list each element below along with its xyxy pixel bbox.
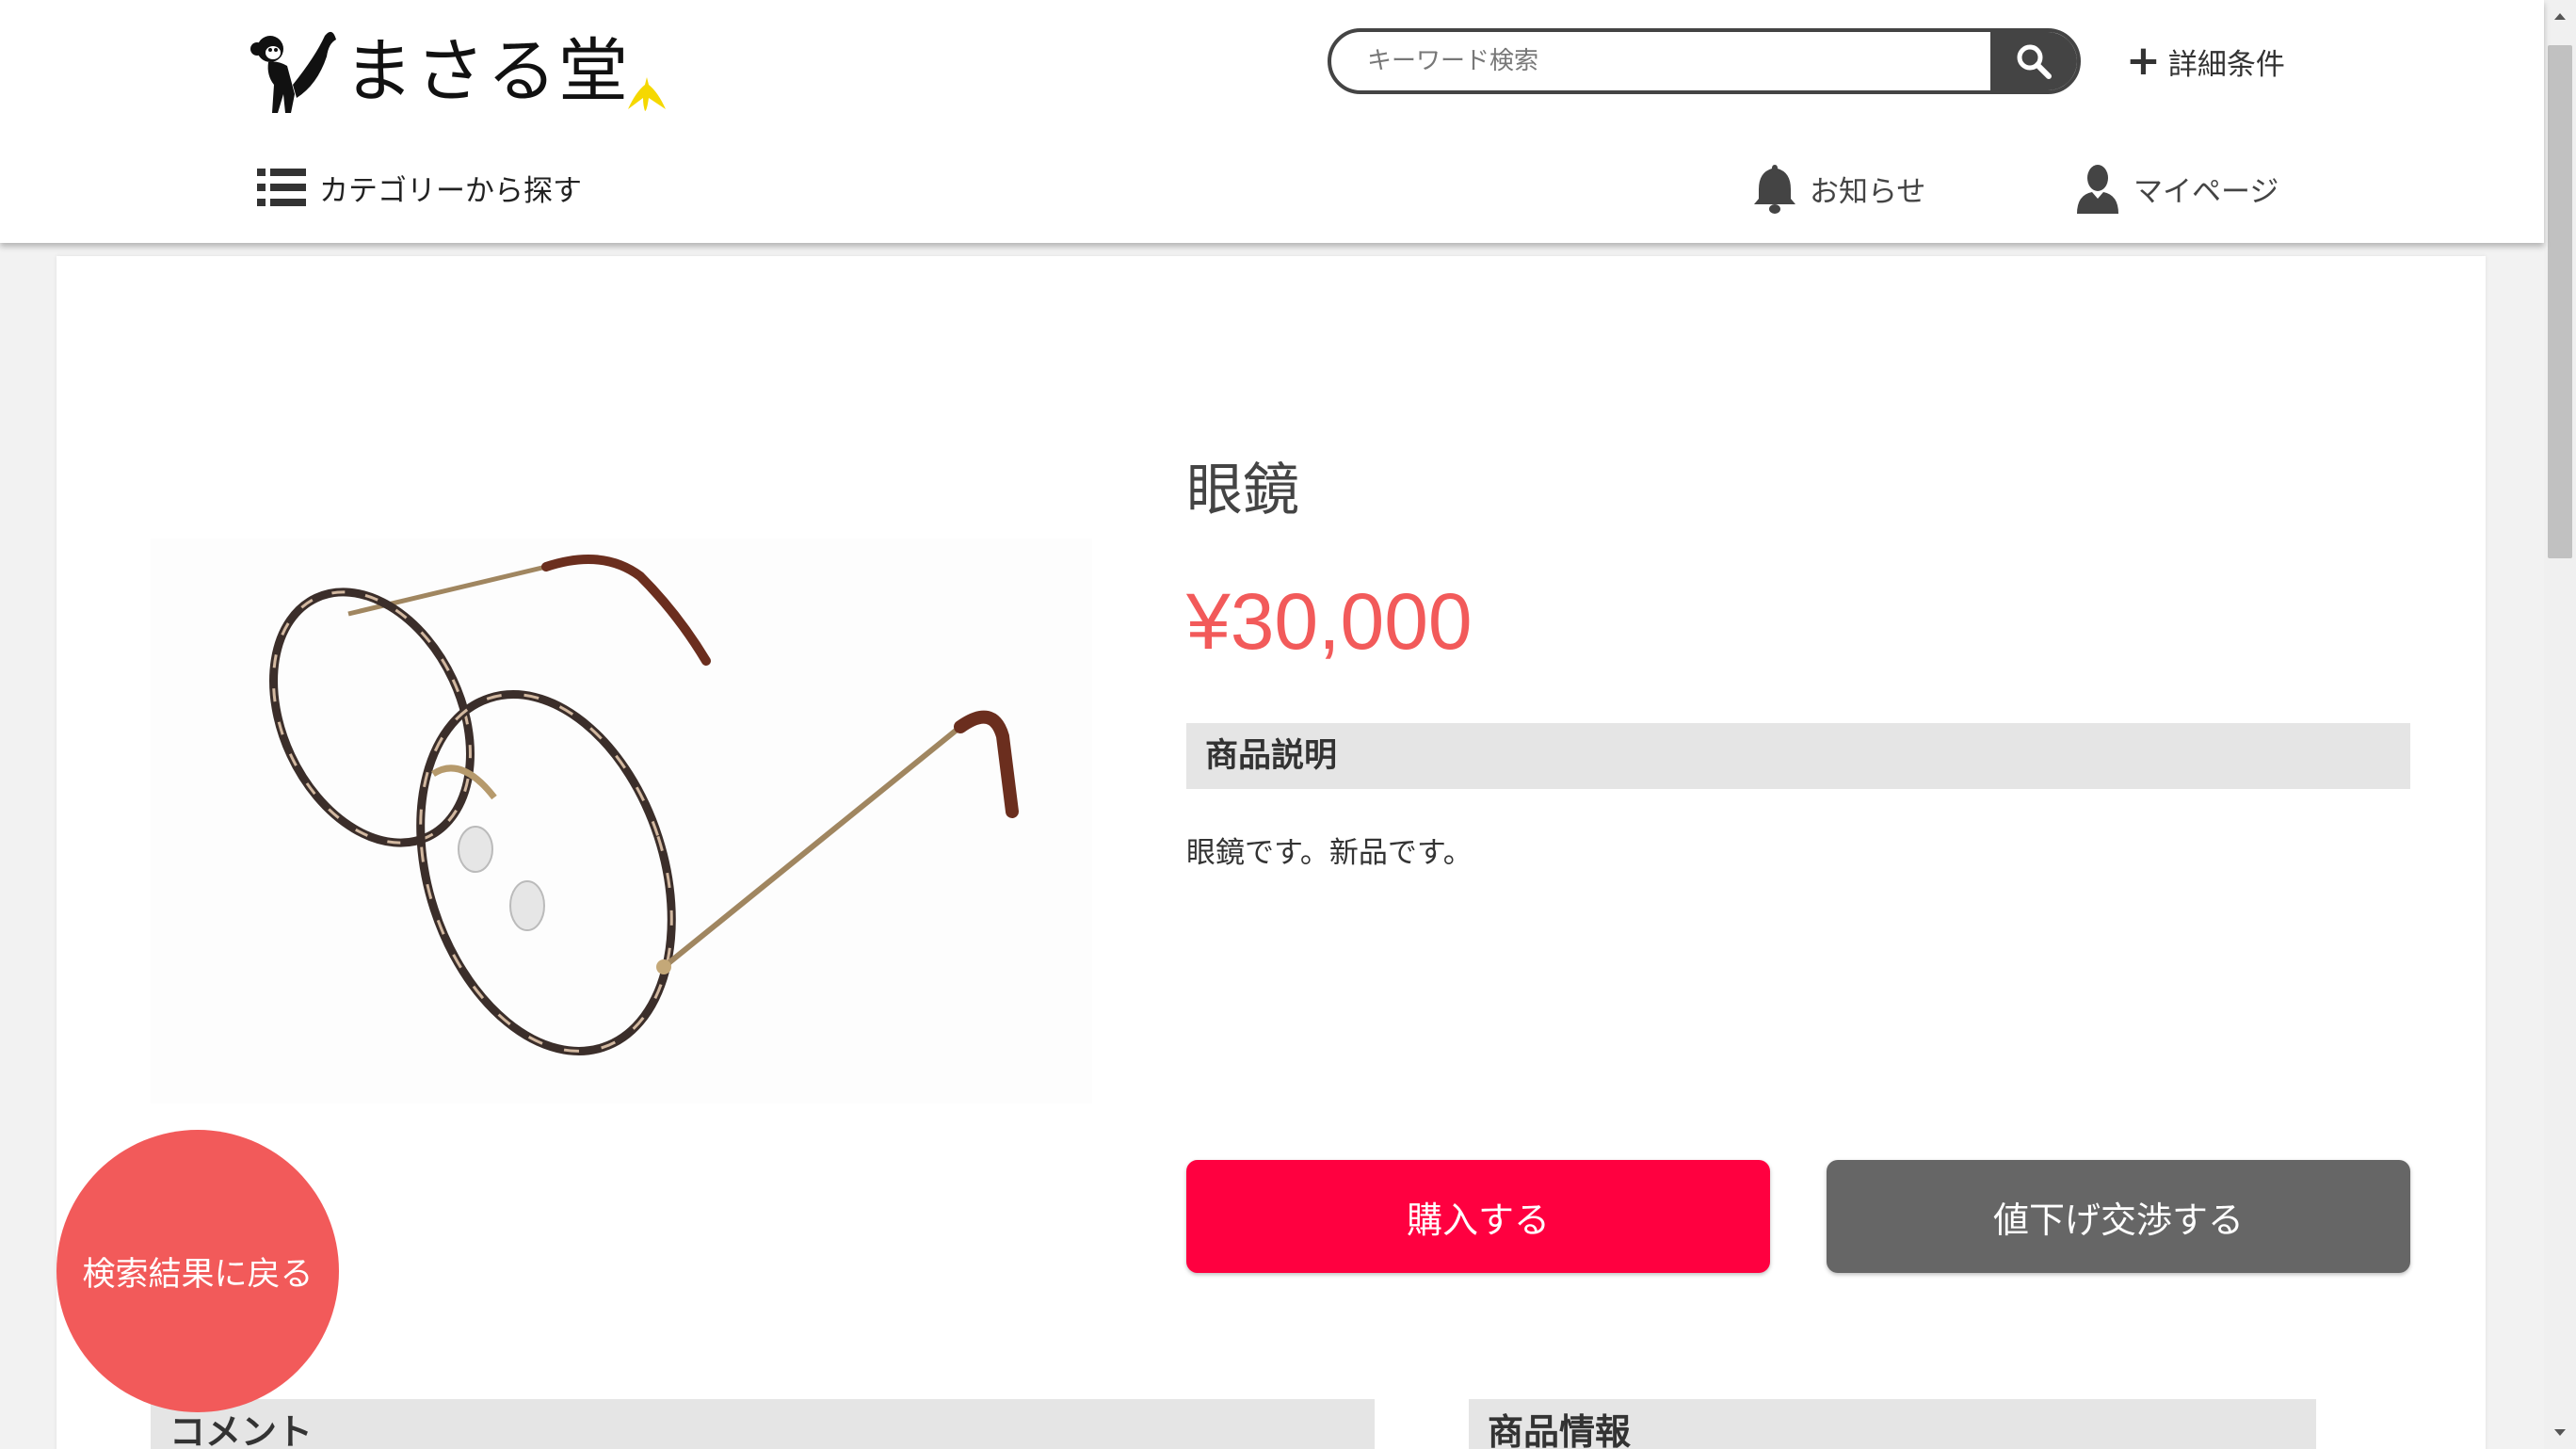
user-icon xyxy=(2077,165,2118,214)
site-logo[interactable]: まさる堂 xyxy=(250,24,683,119)
site-header: まさる堂 + 詳細条件 カテゴリーから探す xyxy=(0,0,2544,243)
negotiate-button[interactable]: 値下げ交渉する xyxy=(1827,1160,2410,1273)
scroll-down-arrow-icon[interactable] xyxy=(2544,1417,2576,1449)
vertical-scrollbar[interactable] xyxy=(2544,0,2576,1449)
bell-icon xyxy=(1754,165,1795,214)
search-box xyxy=(1328,28,2081,94)
search-input[interactable] xyxy=(1331,32,1995,90)
search-button[interactable] xyxy=(1990,32,2077,90)
product-detail-card: 眼鏡 ¥30,000 商品説明 眼鏡です。新品です。 購入する 値下げ交渉する … xyxy=(56,256,2486,1449)
list-icon xyxy=(257,169,306,206)
notice-link[interactable]: お知らせ xyxy=(1753,160,1925,217)
buy-button[interactable]: 購入する xyxy=(1186,1160,1770,1273)
mypage-label: マイページ xyxy=(2133,174,2279,209)
logo-text: まさる堂 xyxy=(344,31,630,112)
back-to-results-button[interactable]: 検索結果に戻る xyxy=(56,1130,339,1412)
mypage-link[interactable]: マイページ xyxy=(2075,160,2278,217)
description-header: 商品説明 xyxy=(1186,723,2410,789)
product-info-section-header: 商品情報 xyxy=(1469,1399,2316,1449)
banana-icon xyxy=(628,77,666,111)
notice-label: お知らせ xyxy=(1810,174,1926,209)
scrollbar-thumb[interactable] xyxy=(2548,45,2572,558)
category-menu-button[interactable]: カテゴリーから探す xyxy=(257,162,582,213)
search-icon xyxy=(2017,44,2052,79)
detail-conditions-link[interactable]: + 詳細条件 xyxy=(2126,38,2285,85)
scroll-up-arrow-icon[interactable] xyxy=(2544,0,2576,32)
monkey-logo-icon xyxy=(250,31,336,113)
detail-conditions-label: 詳細条件 xyxy=(2167,47,2285,82)
product-title: 眼鏡 xyxy=(1186,458,1299,523)
description-text: 眼鏡です。新品です。 xyxy=(1186,836,1473,870)
comment-section-header: コメント xyxy=(151,1399,1375,1449)
glasses-product-image xyxy=(151,539,1092,1103)
plus-icon: + xyxy=(2126,37,2161,85)
product-price: ¥30,000 xyxy=(1186,577,1473,666)
category-label: カテゴリーから探す xyxy=(319,173,582,208)
